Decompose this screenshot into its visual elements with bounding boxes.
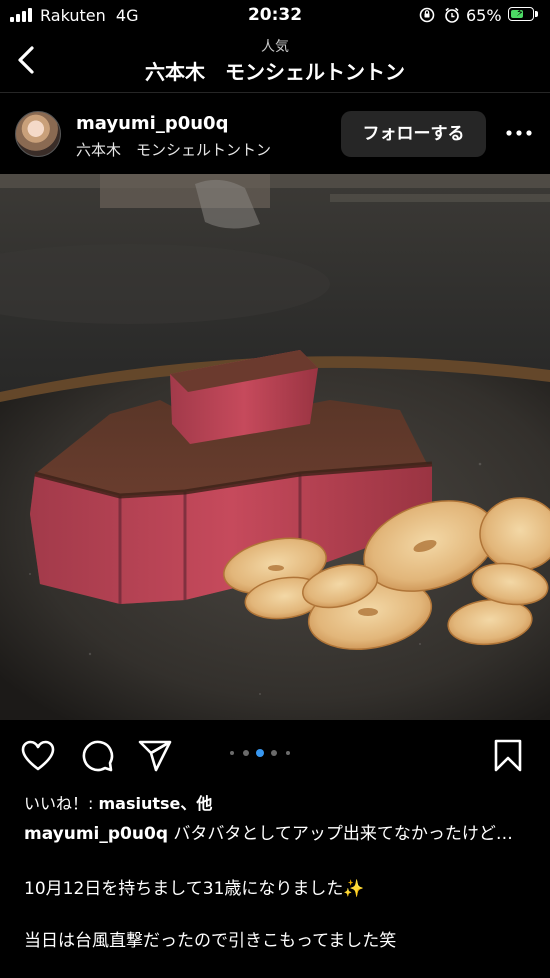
likes-line[interactable]: いいね！: masiutse、他 (24, 790, 212, 814)
carousel-dot (230, 751, 234, 755)
carousel-indicator (228, 748, 324, 758)
caption-line-4: 当日は台風直撃だったので引きこもってました笑 (24, 931, 397, 951)
steak-photo (0, 174, 550, 720)
caption-line-3: 10月12日を持ちまして31歳になりました✨ (24, 879, 365, 899)
page-title: 六本木 モンシェルトントン (145, 60, 405, 84)
post-actions (0, 720, 550, 790)
comment-icon[interactable] (79, 738, 115, 774)
carousel-dot (271, 750, 277, 756)
battery-percent: 65% (466, 6, 502, 25)
carousel-dot (286, 751, 290, 755)
ellipsis-icon[interactable] (504, 123, 534, 143)
post-photo[interactable] (0, 174, 550, 720)
caption-username[interactable]: mayumi_p0u0q (24, 824, 168, 844)
battery-icon: ⚡ (508, 6, 538, 21)
post-location[interactable]: 六本木 モンシェルトントン (76, 139, 271, 160)
alarm-icon (445, 7, 459, 23)
carousel-dot (243, 750, 249, 756)
bookmark-icon[interactable] (490, 738, 526, 774)
carousel-dot-active (256, 749, 264, 757)
post-header: mayumi_p0u0q 六本木 モンシェルトントン フォローする (0, 92, 550, 175)
avatar[interactable] (15, 111, 61, 157)
follow-button[interactable]: フォローする (341, 111, 486, 157)
nav-bar: 人気 六本木 モンシェルトントン (0, 30, 550, 92)
orientation-lock-icon (419, 7, 459, 23)
status-bar: Rakuten 4G 20:32 65% ⚡ (0, 0, 550, 30)
share-icon[interactable] (137, 738, 173, 774)
heart-icon[interactable] (20, 738, 56, 774)
post-username[interactable]: mayumi_p0u0q (76, 113, 228, 134)
nav-subtitle: 人気 (261, 39, 289, 55)
liker-username: masiutse (98, 794, 181, 813)
caption: mayumi_p0u0q バタバタとしてアップ出来てなかったけど… (24, 822, 524, 847)
caption-text: バタバタとしてアップ出来てなかったけど… (168, 824, 513, 844)
